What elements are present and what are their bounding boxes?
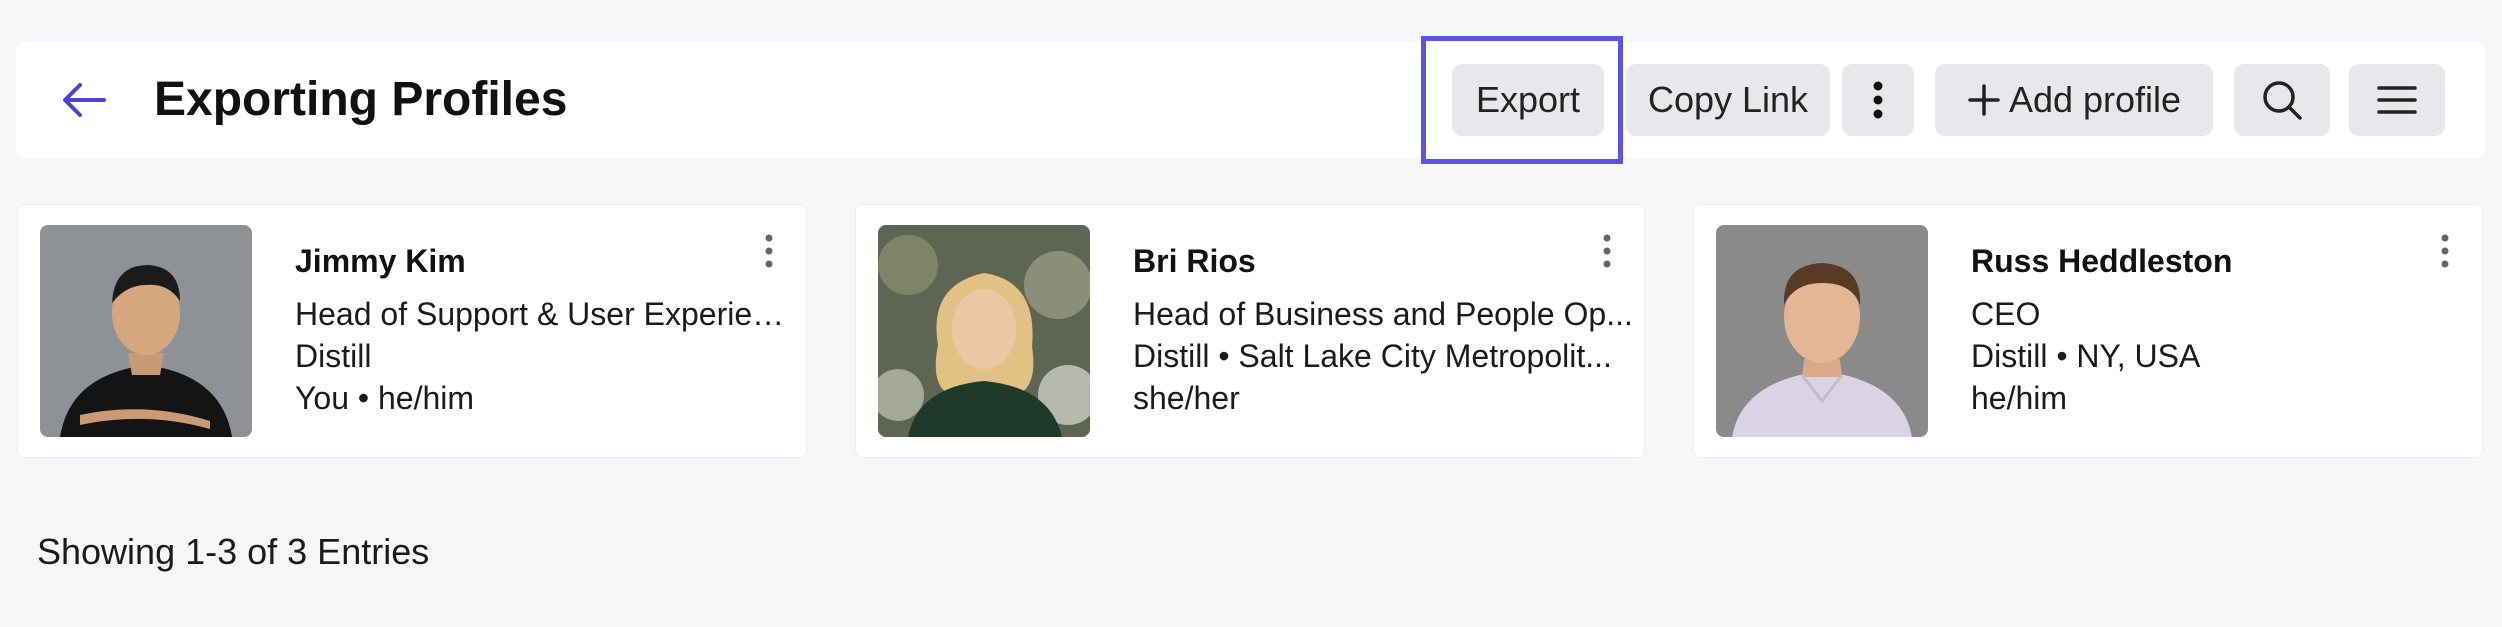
avatar [40,225,252,437]
more-options-button[interactable] [1842,64,1914,136]
profile-company: Distill • NY, USA [1971,338,2201,374]
profile-card[interactable]: Jimmy Kim Head of Support & User Experie… [17,204,807,458]
plus-icon [1968,84,2000,116]
hamburger-menu-icon [2377,86,2417,114]
export-button[interactable]: Export [1452,64,1604,136]
profile-pronouns: she/her [1133,380,1240,416]
entries-count: Showing 1-3 of 3 Entries [37,531,430,572]
profile-card[interactable]: Bri Rios Head of Business and People Op.… [855,204,1645,458]
search-button[interactable] [2234,64,2330,136]
add-profile-button[interactable]: Add profile [1935,64,2213,136]
profile-card[interactable]: Russ Heddleston CEO Distill • NY, USA he… [1693,204,2483,458]
profile-more-button[interactable] [2430,229,2460,273]
profile-pronouns: he/him [1971,380,2068,416]
menu-button[interactable] [2349,64,2445,136]
avatar [878,225,1090,437]
vertical-dots-icon [1603,234,1611,268]
profile-title: Head of Support & User Experien... [295,296,795,332]
profile-more-button[interactable] [754,229,784,273]
profile-title: Head of Business and People Op... [1133,296,1633,332]
page-header: Exporting Profiles Export Copy Link Add … [16,36,2486,164]
vertical-dots-icon [2441,234,2449,268]
avatar [1716,225,1928,437]
profile-pronouns: You • he/him [295,380,475,416]
add-profile-label: Add profile [2008,79,2182,120]
profile-title: CEO [1971,296,2041,332]
profile-more-button[interactable] [1592,229,1622,273]
back-button[interactable] [56,72,112,128]
vertical-dots-icon [1873,81,1883,119]
profile-name: Jimmy Kim [295,243,466,279]
vertical-dots-icon [765,234,773,268]
profile-name: Bri Rios [1133,243,1256,279]
profile-company: Distill [295,338,372,374]
page-title: Exporting Profiles [154,73,568,126]
copy-link-button[interactable]: Copy Link [1626,64,1830,136]
search-icon [2263,81,2302,120]
profile-name: Russ Heddleston [1971,243,2233,279]
profile-company: Distill • Salt Lake City Metropolit... [1133,338,1612,374]
arrow-left-icon [63,83,106,117]
